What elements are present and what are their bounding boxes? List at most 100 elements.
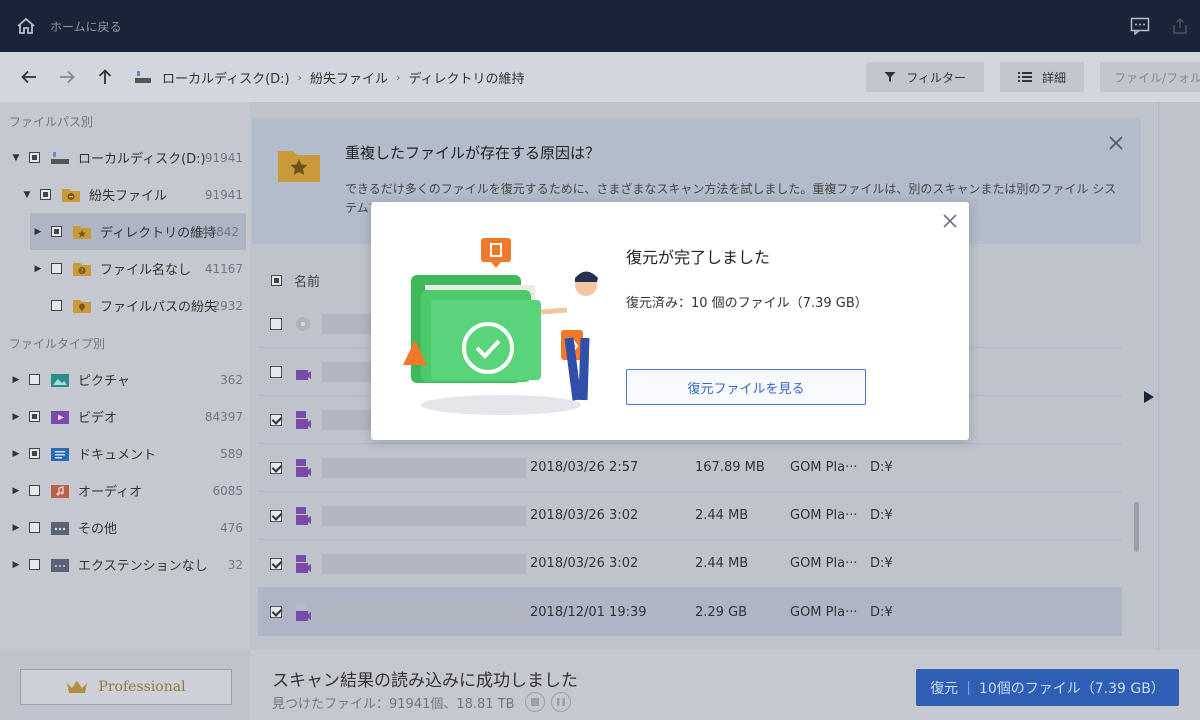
feedback-button[interactable] xyxy=(1120,0,1160,52)
checkbox[interactable] xyxy=(51,226,62,237)
checkbox[interactable] xyxy=(51,263,62,274)
detail-view-button[interactable]: 詳細 xyxy=(999,62,1084,92)
audio-folder-icon xyxy=(51,484,69,498)
home-button[interactable]: ホームに戻る xyxy=(16,17,122,35)
expand-arrow-icon[interactable]: ▶ xyxy=(11,560,21,570)
crown-icon xyxy=(67,681,88,693)
tree-item-lost-path[interactable]: ファイルパスの紛失 2932 xyxy=(0,287,250,324)
file-path: D:¥ xyxy=(870,604,893,620)
breadcrumb: ローカルディスク(D:) › 紛失ファイル › ディレクトリの維持 xyxy=(134,68,525,87)
detail-label: 詳細 xyxy=(1041,70,1066,85)
professional-upgrade-button[interactable]: Professional xyxy=(20,669,232,705)
expand-arrow-icon[interactable]: ▶ xyxy=(11,412,21,422)
tree-item-other[interactable]: ▶ その他 476 xyxy=(0,509,250,546)
filter-button[interactable]: フィルター xyxy=(866,62,984,92)
scrollbar[interactable] xyxy=(1134,502,1139,552)
status-bar: スキャン結果の読み込みに成功しました 見つけたファイル：91941個、18.81… xyxy=(250,650,1200,720)
tree-label: ドキュメント xyxy=(78,448,157,463)
up-button[interactable] xyxy=(86,52,124,102)
view-recovered-files-button[interactable]: 復元ファイルを見る xyxy=(626,369,866,405)
list-icon xyxy=(1017,72,1032,82)
table-row[interactable]: 2018/03/26 2:57 167.89 MB GOM Pla··· D:¥ xyxy=(258,444,1122,492)
row-checkbox[interactable] xyxy=(270,413,282,426)
triangle-right-icon xyxy=(1144,391,1154,403)
expand-arrow-icon[interactable]: ▶ xyxy=(11,449,21,459)
expand-arrow-icon[interactable]: ▶ xyxy=(11,523,21,533)
stop-button[interactable] xyxy=(524,692,545,712)
table-row[interactable]: 2018/03/26 3:02 2.44 MB GOM Pla··· D:¥ xyxy=(258,492,1122,540)
svg-text:?: ? xyxy=(80,267,83,274)
back-button[interactable] xyxy=(10,52,48,102)
list-header: 名前 xyxy=(266,267,320,293)
row-checkbox[interactable] xyxy=(270,365,282,378)
checkbox[interactable] xyxy=(51,300,62,311)
recover-label: 復元 xyxy=(930,680,959,697)
select-all-checkbox[interactable] xyxy=(271,274,282,286)
search-input[interactable]: ファイル/フォルダー xyxy=(1100,62,1200,92)
file-size: 2.29 GB xyxy=(695,604,748,620)
expand-arrow-icon[interactable]: ▶ xyxy=(11,486,21,496)
checkbox[interactable] xyxy=(29,152,40,163)
tree-item-pictures[interactable]: ▶ ピクチャ 362 xyxy=(0,361,250,398)
row-checkbox[interactable] xyxy=(270,557,282,570)
row-checkbox[interactable] xyxy=(270,461,282,474)
row-checkbox[interactable] xyxy=(270,509,282,522)
file-date: 2018/03/26 2:57 xyxy=(530,460,639,475)
checkbox[interactable] xyxy=(29,485,40,496)
file-type: GOM Pla··· xyxy=(790,604,858,620)
file-type: GOM Pla··· xyxy=(790,460,858,475)
video-file-icon xyxy=(296,369,311,380)
export-button[interactable] xyxy=(1160,0,1200,52)
banner-close-button[interactable] xyxy=(1109,136,1123,154)
breadcrumb-directory[interactable]: ディレクトリの維持 xyxy=(408,68,524,87)
file-path: D:¥ xyxy=(870,460,893,475)
expand-arrow-icon[interactable]: ▶ xyxy=(33,264,43,274)
expand-arrow-icon[interactable]: ▼ xyxy=(11,153,21,163)
tree-item-no-filename[interactable]: ▶ ? ファイル名なし 41167 xyxy=(0,250,250,287)
tree-label: ファイルパスの紛失 xyxy=(100,300,218,315)
breadcrumb-drive[interactable]: ローカルディスク(D:) xyxy=(162,68,290,87)
checkbox[interactable] xyxy=(29,374,40,385)
file-size: 167.89 MB xyxy=(695,460,765,475)
close-icon xyxy=(943,214,957,228)
section-title-path: ファイルパス別 xyxy=(9,115,94,129)
divider xyxy=(1158,102,1159,650)
preview-toggle-button[interactable] xyxy=(1143,390,1155,408)
checkbox[interactable] xyxy=(29,411,40,422)
file-name-placeholder xyxy=(322,553,526,574)
tree-item-lost-files[interactable]: ▼ 紛失ファイル 91941 xyxy=(0,176,250,213)
expand-arrow-icon[interactable]: ▼ xyxy=(22,190,32,200)
video-folder-icon xyxy=(51,410,69,424)
file-size: 2.44 MB xyxy=(695,556,749,571)
row-checkbox[interactable] xyxy=(270,317,282,330)
table-row[interactable]: 2018/03/26 3:02 2.44 MB GOM Pla··· D:¥ xyxy=(258,540,1122,588)
tree-item-local-disk[interactable]: ▼ ローカルディスク(D:) 91941 xyxy=(0,139,250,176)
tree-item-no-extension[interactable]: ▶ エクステンションなし 32 xyxy=(0,546,250,583)
checkbox[interactable] xyxy=(40,189,51,200)
dialog-close-button[interactable] xyxy=(943,214,957,232)
tree-item-audio[interactable]: ▶ オーディオ 6085 xyxy=(0,472,250,509)
expand-arrow-icon[interactable]: ▶ xyxy=(11,375,21,385)
checkbox[interactable] xyxy=(29,448,40,459)
forward-button[interactable] xyxy=(48,52,86,102)
file-date: 2018/12/01 19:39 xyxy=(530,604,647,620)
tree-label: オーディオ xyxy=(78,485,143,500)
recover-button[interactable]: 復元 | 10個のファイル（7.39 GB） xyxy=(916,669,1179,706)
item-count: 91941 xyxy=(204,150,243,165)
checkbox[interactable] xyxy=(29,522,40,533)
expand-arrow-icon[interactable]: ▶ xyxy=(33,227,43,237)
row-checkbox[interactable] xyxy=(270,606,282,618)
star-folder-icon xyxy=(278,151,320,182)
section-title-type: ファイルタイプ別 xyxy=(9,337,106,351)
table-row-selected[interactable]: 2018/12/01 19:39 2.29 GB GOM Pla··· D:¥ xyxy=(258,588,1122,636)
drive-icon xyxy=(135,71,151,83)
tree-item-video[interactable]: ▶ ビデオ 84397 xyxy=(0,398,250,435)
tree-item-keep-directory[interactable]: ▶ ディレクトリの維持 47842 xyxy=(30,213,246,250)
breadcrumb-lost-files[interactable]: 紛失ファイル xyxy=(310,68,388,87)
column-name[interactable]: 名前 xyxy=(294,271,320,290)
drive-icon xyxy=(51,151,69,164)
pause-button[interactable] xyxy=(550,692,571,712)
lost-folder-icon xyxy=(62,188,80,202)
tree-item-documents[interactable]: ▶ ドキュメント 589 xyxy=(0,435,250,472)
checkbox[interactable] xyxy=(29,559,40,570)
